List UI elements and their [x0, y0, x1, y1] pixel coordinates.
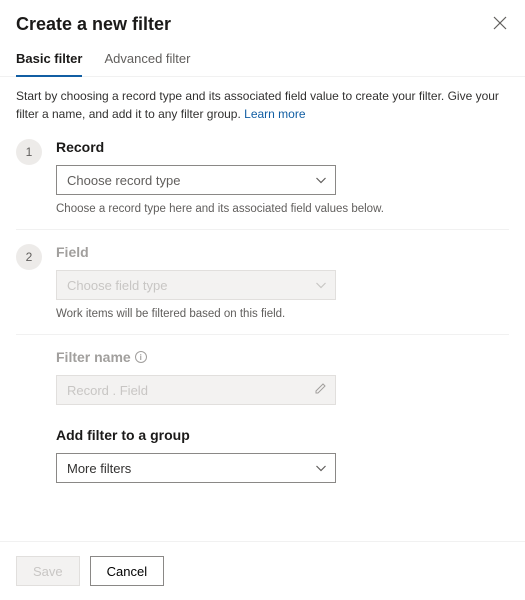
tab-basic-filter[interactable]: Basic filter [16, 43, 82, 76]
cancel-button[interactable]: Cancel [90, 556, 164, 586]
step-field: 2 Field Choose field type Work items wil… [16, 244, 509, 320]
dialog-footer: Save Cancel [0, 541, 525, 600]
save-button: Save [16, 556, 80, 586]
field-caption: Work items will be filtered based on thi… [56, 308, 509, 320]
tab-list: Basic filter Advanced filter [0, 43, 525, 77]
chevron-down-icon [315, 461, 327, 476]
tab-advanced-filter[interactable]: Advanced filter [104, 43, 190, 76]
field-select-placeholder: Choose field type [67, 278, 167, 293]
record-caption: Choose a record type here and its associ… [56, 203, 509, 215]
add-to-group-section: Add filter to a group More filters [16, 427, 509, 483]
record-label: Record [56, 139, 509, 155]
chevron-down-icon [315, 173, 327, 188]
add-to-group-label: Add filter to a group [56, 427, 509, 443]
intro-text: Start by choosing a record type and its … [0, 77, 525, 139]
field-type-select: Choose field type [56, 270, 336, 300]
filter-name-placeholder: Record . Field [67, 383, 148, 398]
dialog-title: Create a new filter [16, 14, 171, 35]
divider [16, 229, 509, 230]
filter-group-value: More filters [67, 461, 131, 476]
chevron-down-icon [315, 278, 327, 293]
info-icon[interactable]: i [135, 351, 147, 363]
close-icon [493, 16, 507, 30]
step-badge-2: 2 [16, 244, 42, 270]
step-record: 1 Record Choose record type Choose a rec… [16, 139, 509, 215]
learn-more-link[interactable]: Learn more [244, 107, 305, 121]
filter-name-label: Filter name [56, 349, 131, 365]
step-badge-1: 1 [16, 139, 42, 165]
close-button[interactable] [491, 14, 509, 32]
filter-group-select[interactable]: More filters [56, 453, 336, 483]
record-type-select[interactable]: Choose record type [56, 165, 336, 195]
filter-name-section: Filter name i Record . Field [16, 349, 509, 405]
record-select-placeholder: Choose record type [67, 173, 180, 188]
filter-name-input: Record . Field [56, 375, 336, 405]
field-label: Field [56, 244, 509, 260]
pencil-icon[interactable] [314, 382, 327, 398]
divider [16, 334, 509, 335]
